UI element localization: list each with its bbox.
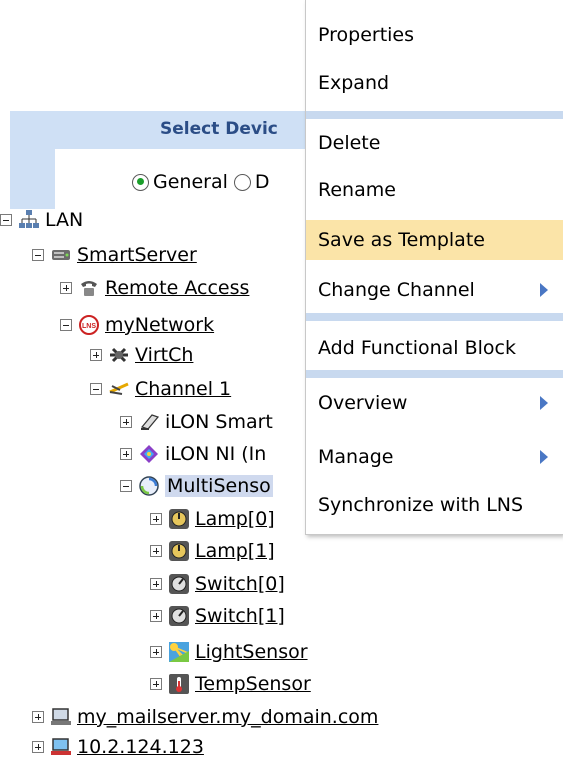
menu-separator (306, 111, 563, 119)
menu-item-save-as-template[interactable]: Save as Template (306, 220, 563, 260)
submenu-arrow-icon (540, 396, 548, 410)
menu-item-delete[interactable]: Delete (306, 123, 563, 163)
tree-node-mailserver: my_mailserver.my_domain.com (32, 704, 378, 730)
collapse-toggle[interactable] (32, 249, 44, 261)
tree-node-switch-1: Switch[1] (150, 603, 285, 629)
expand-toggle[interactable] (150, 646, 162, 658)
tree-label-mynetwork[interactable]: myNetwork (105, 314, 214, 336)
tree-label-tempsensor[interactable]: TempSensor (195, 673, 311, 695)
menu-item-synchronize-with-lns[interactable]: Synchronize with LNS (306, 485, 563, 525)
menu-item-change-channel[interactable]: Change Channel (306, 270, 563, 310)
tree-node-multisensor: MultiSenso (120, 473, 273, 499)
menu-item-overview[interactable]: Overview (306, 383, 563, 423)
collapse-toggle[interactable] (0, 214, 12, 226)
tree-node-ip-address: 10.2.124.123 (32, 734, 204, 760)
expand-toggle[interactable] (120, 448, 132, 460)
tree-label-lamp-0[interactable]: Lamp[0] (195, 508, 275, 530)
panel-title: Select Devic (160, 119, 278, 139)
virtual-channel-icon (108, 344, 130, 366)
menu-item-manage-label: Manage (318, 446, 394, 468)
collapse-toggle[interactable] (60, 319, 72, 331)
tree-label-lamp-1[interactable]: Lamp[1] (195, 540, 275, 562)
expand-toggle[interactable] (150, 610, 162, 622)
expand-toggle[interactable] (60, 282, 72, 294)
tree-node-switch-0: Switch[0] (150, 571, 285, 597)
menu-item-change-channel-label: Change Channel (318, 279, 475, 301)
channel-icon (108, 378, 130, 400)
panel-header-side (10, 149, 55, 209)
radio-general[interactable] (132, 173, 149, 191)
expand-toggle[interactable] (150, 678, 162, 690)
menu-item-rename[interactable]: Rename (306, 170, 563, 210)
tree-label-smartserver[interactable]: SmartServer (77, 244, 197, 266)
collapse-toggle[interactable] (120, 480, 132, 492)
tree-label-virtch[interactable]: VirtCh (135, 344, 193, 366)
lamp-block-icon (168, 508, 190, 530)
menu-item-add-functional-block[interactable]: Add Functional Block (306, 328, 563, 368)
tree-label-ilon-ni[interactable]: iLON NI (In (165, 443, 266, 465)
tree-node-remote-access: Remote Access (60, 275, 249, 301)
menu-item-properties[interactable]: Properties (306, 15, 563, 55)
collapse-toggle[interactable] (90, 383, 102, 395)
context-menu: Properties Expand Delete Rename Save as … (305, 0, 563, 535)
expand-toggle[interactable] (120, 416, 132, 428)
menu-item-expand[interactable]: Expand (306, 63, 563, 103)
menu-item-manage[interactable]: Manage (306, 437, 563, 477)
tree-node-lamp-0: Lamp[0] (150, 506, 275, 532)
tree-node-virtch: VirtCh (90, 342, 193, 368)
tree-node-ilon-smart: iLON Smart (120, 409, 273, 435)
lns-network-icon: LNS (78, 314, 100, 336)
telephone-icon (78, 277, 100, 299)
lan-network-icon (18, 209, 40, 231)
menu-item-overview-label: Overview (318, 392, 408, 414)
expand-toggle[interactable] (150, 545, 162, 557)
tree-label-multisensor[interactable]: MultiSenso (165, 475, 273, 497)
computer-icon (50, 706, 72, 728)
switch-block-icon (168, 605, 190, 627)
menu-separator (306, 370, 563, 378)
tree-label-ip-address[interactable]: 10.2.124.123 (77, 736, 204, 758)
expand-toggle[interactable] (90, 349, 102, 361)
submenu-arrow-icon (540, 283, 548, 297)
radio-general-label[interactable]: General (153, 171, 228, 193)
light-sensor-icon (168, 641, 190, 663)
tree-node-ilon-ni: iLON NI (In (120, 441, 266, 467)
view-mode-radio-group: General D (132, 170, 276, 194)
tree-node-smartserver: SmartServer (32, 242, 197, 268)
tree-node-mynetwork: LNS myNetwork (60, 312, 214, 338)
temperature-sensor-icon (168, 673, 190, 695)
ilon-ni-icon (138, 443, 160, 465)
svg-text:LNS: LNS (82, 323, 96, 330)
expand-toggle[interactable] (32, 711, 44, 723)
network-computer-icon (50, 736, 72, 758)
expand-toggle[interactable] (150, 578, 162, 590)
tree-node-channel-1: Channel 1 (90, 376, 231, 402)
radio-d-label[interactable]: D (255, 171, 270, 193)
tree-node-lan: LAN (0, 207, 83, 233)
switch-block-icon (168, 573, 190, 595)
radio-d[interactable] (233, 173, 251, 191)
tree-node-lightsensor: LightSensor (150, 639, 308, 665)
tree-label-switch-1[interactable]: Switch[1] (195, 605, 285, 627)
tree-node-tempsensor: TempSensor (150, 671, 311, 697)
lamp-block-icon (168, 540, 190, 562)
tree-label-switch-0[interactable]: Switch[0] (195, 573, 285, 595)
tree-label-channel-1[interactable]: Channel 1 (135, 378, 231, 400)
tree-label-ilon-smart[interactable]: iLON Smart (165, 411, 273, 433)
expand-toggle[interactable] (32, 741, 44, 753)
submenu-arrow-icon (540, 450, 548, 464)
expand-toggle[interactable] (150, 513, 162, 525)
tree-label-remote-access[interactable]: Remote Access (105, 277, 249, 299)
tree-label-mailserver[interactable]: my_mailserver.my_domain.com (77, 706, 378, 728)
multisensor-device-icon (138, 475, 160, 497)
tree-node-lamp-1: Lamp[1] (150, 538, 275, 564)
tree-label-lightsensor[interactable]: LightSensor (195, 641, 308, 663)
ilon-device-icon (138, 411, 160, 433)
menu-separator (306, 313, 563, 321)
server-icon (50, 244, 72, 266)
tree-label-lan[interactable]: LAN (45, 209, 83, 231)
